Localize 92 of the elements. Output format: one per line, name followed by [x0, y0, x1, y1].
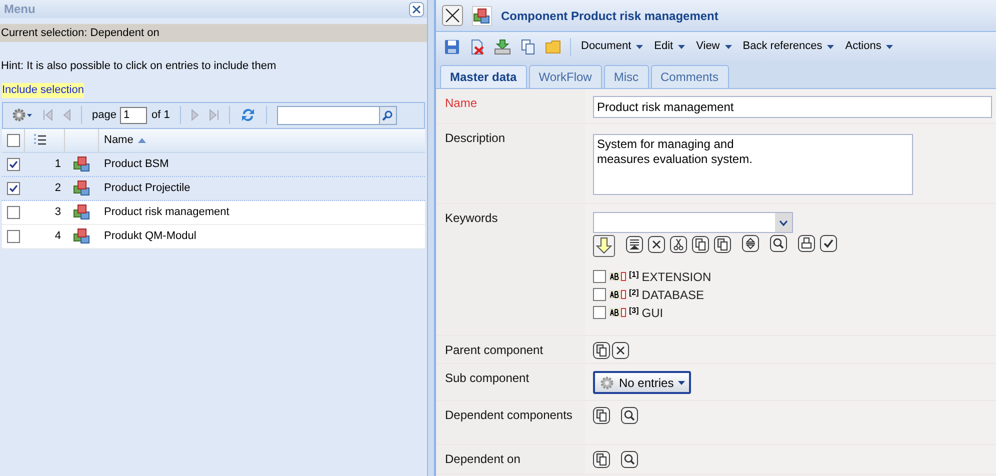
keyword-label: EXTENSION — [642, 268, 712, 286]
component-name-cell[interactable]: Product BSM — [99, 156, 169, 172]
page-field[interactable]: 1 — [120, 106, 148, 124]
sort-ascending-icon — [138, 138, 146, 142]
close-button[interactable] — [409, 2, 424, 16]
menu-button[interactable]: View — [695, 38, 733, 55]
down-arrow-icon[interactable] — [593, 235, 615, 257]
caret-icon — [724, 44, 732, 48]
name-field[interactable]: Product risk management — [593, 96, 992, 118]
include-selection-link[interactable]: Include selection — [2, 82, 84, 98]
list-icon[interactable] — [626, 236, 643, 253]
search-icon[interactable] — [382, 110, 394, 120]
row-number: 2 — [54, 180, 61, 196]
up-down-icon[interactable] — [742, 235, 759, 252]
tab[interactable]: WorkFlow — [528, 65, 602, 88]
component-icon — [73, 228, 91, 244]
hint-text: Hint: It is also possible to click on entries to include them — [0, 59, 278, 74]
component-name-cell[interactable]: Produkt QM-Modul — [99, 228, 196, 244]
keyword-label: GUI — [642, 304, 664, 322]
menu-button[interactable]: Back references — [742, 38, 836, 55]
tab[interactable]: Comments — [650, 65, 729, 88]
row-checkbox[interactable] — [7, 206, 20, 218]
row-checkbox[interactable] — [7, 230, 20, 242]
row-number: 1 — [54, 156, 61, 172]
keyword-index: [2] — [629, 288, 639, 297]
checkmark-icon[interactable] — [820, 235, 837, 252]
keyword-checkbox[interactable] — [593, 306, 606, 319]
component-icon — [73, 180, 91, 196]
page-label: page — [92, 108, 116, 123]
save-icon[interactable] — [444, 38, 460, 54]
component-name-cell[interactable]: Product risk management — [99, 204, 230, 220]
field-label: Dependent components — [445, 408, 572, 422]
caret-icon — [827, 44, 834, 48]
gear-icon — [599, 374, 615, 390]
field-label: Description — [445, 131, 506, 145]
menu-button[interactable]: Actions — [844, 38, 894, 55]
tab[interactable]: Master data — [440, 65, 527, 88]
field-label: Parent component — [445, 343, 544, 357]
row-number: 4 — [54, 228, 61, 244]
menu-button[interactable]: Document — [580, 38, 644, 55]
no-entries-menu-button[interactable]: No entries — [593, 371, 691, 394]
copy-icon[interactable] — [692, 236, 709, 253]
field-label: Dependent on — [445, 452, 520, 466]
keyword-checkbox[interactable] — [593, 270, 606, 283]
menu-button[interactable]: Edit — [653, 38, 686, 55]
scissors-icon[interactable] — [670, 236, 687, 253]
cubes-icon — [473, 8, 491, 24]
keyword-checkbox[interactable] — [593, 288, 606, 301]
numbered-list-icon — [33, 134, 47, 146]
gear-icon[interactable] — [11, 107, 33, 123]
caret-icon — [678, 44, 686, 48]
paste-icon[interactable] — [593, 407, 610, 424]
import-icon[interactable] — [494, 38, 511, 54]
window-title: Component Product risk management — [501, 8, 718, 24]
field-label: Name — [445, 96, 478, 110]
keyword-index: [1] — [629, 270, 639, 279]
component-icon — [73, 204, 91, 220]
paste-icon[interactable] — [593, 342, 610, 359]
field-label: Sub component — [445, 371, 530, 385]
caret-icon — [678, 380, 685, 384]
text-field-icon — [609, 272, 626, 281]
close-button[interactable] — [442, 5, 463, 26]
delete-document-icon[interactable] — [469, 38, 485, 54]
search-icon[interactable] — [621, 451, 638, 468]
select-all-checkbox[interactable] — [6, 134, 20, 146]
search-icon[interactable] — [621, 407, 638, 424]
row-number: 3 — [54, 204, 61, 220]
page-count: of 1 — [151, 108, 170, 123]
close-icon[interactable] — [612, 342, 629, 359]
panel-title: Menu — [4, 1, 36, 18]
paste-icon[interactable] — [593, 451, 610, 468]
text-field-icon — [609, 308, 626, 317]
keyword-index: [3] — [629, 306, 639, 315]
component-icon — [73, 156, 91, 172]
caret-icon — [636, 44, 644, 48]
text-field-icon — [609, 290, 626, 299]
keyword-label: DATABASE — [642, 286, 704, 304]
paste-icon[interactable] — [714, 236, 731, 253]
close-icon[interactable] — [648, 236, 665, 253]
description-field[interactable]: System for managing and measures evaluation system. — [593, 134, 913, 195]
tab[interactable]: Misc — [604, 65, 648, 88]
caret-icon — [886, 44, 894, 48]
search-field[interactable] — [276, 106, 397, 124]
close-icon — [412, 4, 421, 14]
search-icon[interactable] — [770, 235, 787, 252]
row-checkbox[interactable] — [7, 158, 20, 170]
row-checkbox[interactable] — [7, 182, 20, 194]
component-name-cell[interactable]: Product Projectile — [99, 180, 190, 196]
selection-bar: Current selection: Dependent on — [0, 24, 427, 42]
refresh-icon[interactable] — [240, 107, 256, 123]
field-label: Keywords — [445, 211, 498, 225]
print-icon[interactable] — [798, 235, 815, 252]
